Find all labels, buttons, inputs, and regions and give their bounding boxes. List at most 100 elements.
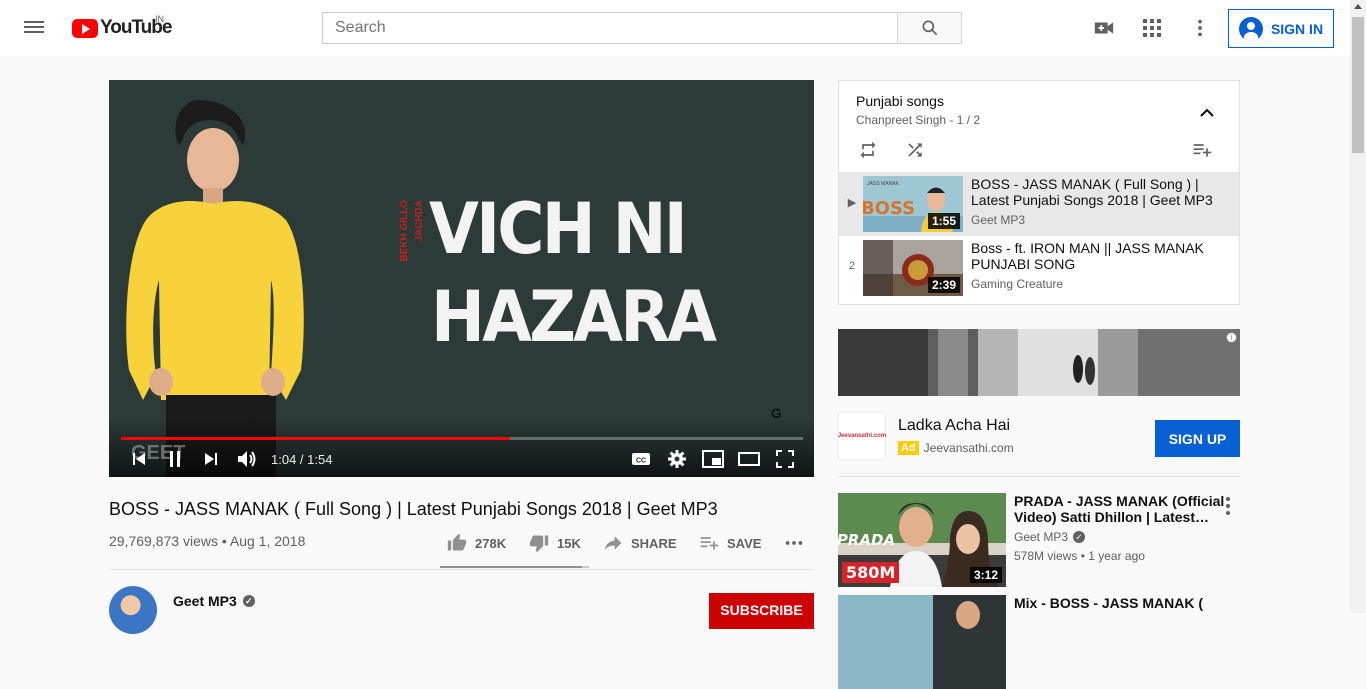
playlist-thumbnail: BOSS JASS MANAK 1:55 (863, 176, 963, 232)
account-icon (1238, 16, 1263, 41)
sign-in-button[interactable]: SIGN IN (1228, 9, 1334, 48)
next-icon (205, 453, 217, 465)
thumbs-up-icon (447, 533, 467, 551)
playlist-item[interactable]: ▶ BOSS JASS MANAK 1:55 BOSS - JASS MANAK… (839, 172, 1239, 236)
playlist-video-title: Boss - ft. IRON MAN || JASS MANAK PUNJAB… (971, 240, 1204, 272)
time-display: 1:04 / 1:54 (271, 451, 333, 467)
youtube-play-icon (72, 18, 98, 38)
volume-button[interactable] (229, 446, 265, 472)
settings-more-icon[interactable] (1189, 17, 1211, 39)
fullscreen-button[interactable] (767, 446, 803, 472)
recommended-video[interactable]: PRADA 3:12 580M PRADA - JASS MANAK (Offi… (838, 493, 1240, 587)
youtube-logo[interactable]: YouTube IN (72, 14, 172, 39)
channel-name-row[interactable]: Geet MP3 ✓ (173, 593, 255, 609)
logo-country-code: IN (155, 14, 164, 24)
video-duration: 2:39 (927, 277, 960, 293)
now-playing-indicator: ▶ (847, 197, 857, 209)
scrollbar-thumb[interactable] (1352, 17, 1364, 153)
theater-mode-button[interactable] (731, 446, 767, 472)
like-button[interactable]: 278K (447, 532, 506, 554)
verified-check-icon: ✓ (1073, 531, 1086, 543)
divider (838, 476, 1240, 477)
channel-avatar[interactable] (109, 586, 157, 634)
miniplayer-button[interactable] (695, 446, 731, 472)
gear-icon (668, 450, 686, 468)
more-vertical-icon[interactable] (1224, 497, 1232, 515)
sentiment-bar (440, 566, 589, 568)
captions-icon: CC (632, 453, 650, 465)
recommended-thumbnail: PRADA 3:12 580M (838, 493, 1006, 587)
loop-playlist-button[interactable] (856, 138, 880, 162)
playlist-video-channel: Gaming Creature (971, 277, 1064, 291)
ad-sign-up-button[interactable]: SIGN UP (1155, 420, 1240, 457)
video-title: BOSS - JASS MANAK ( Full Song ) | Latest… (109, 499, 718, 519)
dislike-button[interactable]: 15K (529, 532, 581, 554)
advertiser-logo[interactable]: Jeevansathi.com (838, 412, 886, 460)
player-controls: 1:04 / 1:54 CC (121, 446, 803, 472)
shuffle-icon (908, 143, 922, 157)
fullscreen-icon (776, 450, 794, 468)
create-video-icon[interactable] (1093, 17, 1115, 39)
overlay-credit-1: BEKH GILLO (399, 200, 410, 262)
thumb-boss-text: BOSS (863, 198, 915, 219)
divider (109, 569, 814, 570)
recommended-channel-row: Geet MP3 ✓ (1014, 530, 1086, 544)
playlist-add-icon (1193, 144, 1212, 157)
video-meta-row: 29,769,873 views • Aug 1, 2018 278K 15K … (109, 532, 814, 568)
volume-icon (238, 451, 256, 467)
progress-played (121, 437, 510, 440)
pause-button[interactable] (157, 446, 193, 472)
thumb-views-badge: 580M (842, 562, 900, 583)
overlay-text-line2: HAZARA (431, 276, 717, 358)
search-input[interactable] (323, 13, 897, 43)
video-player[interactable]: BEKH GILLO JACHDA VICH NI HAZARA G GEET … (109, 80, 814, 477)
save-button[interactable]: SAVE (699, 532, 761, 554)
menu-icon[interactable] (24, 18, 46, 38)
video-duration: 1:55 (927, 213, 960, 229)
overlay-text-line1: VICH NI (429, 188, 688, 270)
ad-info-icon[interactable]: i (1226, 332, 1237, 343)
like-count: 278K (475, 535, 507, 551)
subscribe-button[interactable]: SUBSCRIBE (709, 593, 814, 629)
thumb-artist-text: JASS MANAK (867, 181, 899, 187)
playlist-video-channel: Geet MP3 (971, 213, 1026, 227)
save-playlist-button[interactable] (1190, 138, 1214, 162)
channel-name: Geet MP3 (173, 593, 237, 609)
ad-domain: Jeevansathi.com (923, 441, 1014, 455)
captions-button[interactable]: CC (623, 446, 659, 472)
more-actions-button[interactable] (783, 532, 805, 554)
masthead: YouTube IN SIGN IN (0, 0, 1350, 56)
collapse-playlist-button[interactable] (1195, 101, 1219, 125)
ad-banner-image[interactable]: i (838, 329, 1240, 396)
recommended-views: 578M views • 1 year ago (1014, 549, 1145, 563)
playlist-panel: Punjabi songs Chanpreet Singh - 1 / 2 ▶ … (838, 80, 1240, 305)
playlist-index: 2 (848, 260, 856, 272)
page-scrollbar[interactable] (1350, 0, 1366, 613)
search-button[interactable] (897, 12, 962, 44)
video-duration: 3:12 (969, 567, 1002, 583)
share-button[interactable]: SHARE (603, 532, 677, 554)
chevron-up-icon (1200, 108, 1214, 117)
share-label: SHARE (631, 535, 677, 551)
playlist-item[interactable]: 2 2:39 Boss - ft. IRON MAN || JASS MANAK… (839, 236, 1239, 300)
shuffle-playlist-button[interactable] (903, 138, 927, 162)
repeat-icon (860, 141, 876, 159)
recommended-video[interactable]: Mix - BOSS - JASS MANAK ( (838, 595, 1240, 689)
dislike-count: 15K (557, 535, 581, 551)
next-button[interactable] (193, 446, 229, 472)
playlist-video-title: BOSS - JASS MANAK ( Full Song ) | Latest… (971, 176, 1213, 208)
search-box (322, 12, 898, 44)
search-icon (922, 20, 937, 36)
scroll-up-arrow-icon[interactable] (1354, 4, 1362, 9)
recommended-thumbnail (838, 595, 1006, 689)
playlist-title[interactable]: Punjabi songs (856, 93, 944, 109)
settings-button[interactable] (659, 446, 695, 472)
previous-button[interactable] (121, 446, 157, 472)
progress-bar[interactable] (121, 437, 803, 440)
save-label: SAVE (727, 535, 762, 551)
thumbs-down-icon (529, 535, 549, 553)
apps-grid-icon[interactable] (1141, 17, 1163, 39)
ad-title[interactable]: Ladka Acha Hai (898, 417, 1010, 435)
view-count-date: 29,769,873 views • Aug 1, 2018 (109, 533, 306, 549)
playlist-owner-position: Chanpreet Singh - 1 / 2 (856, 113, 981, 127)
